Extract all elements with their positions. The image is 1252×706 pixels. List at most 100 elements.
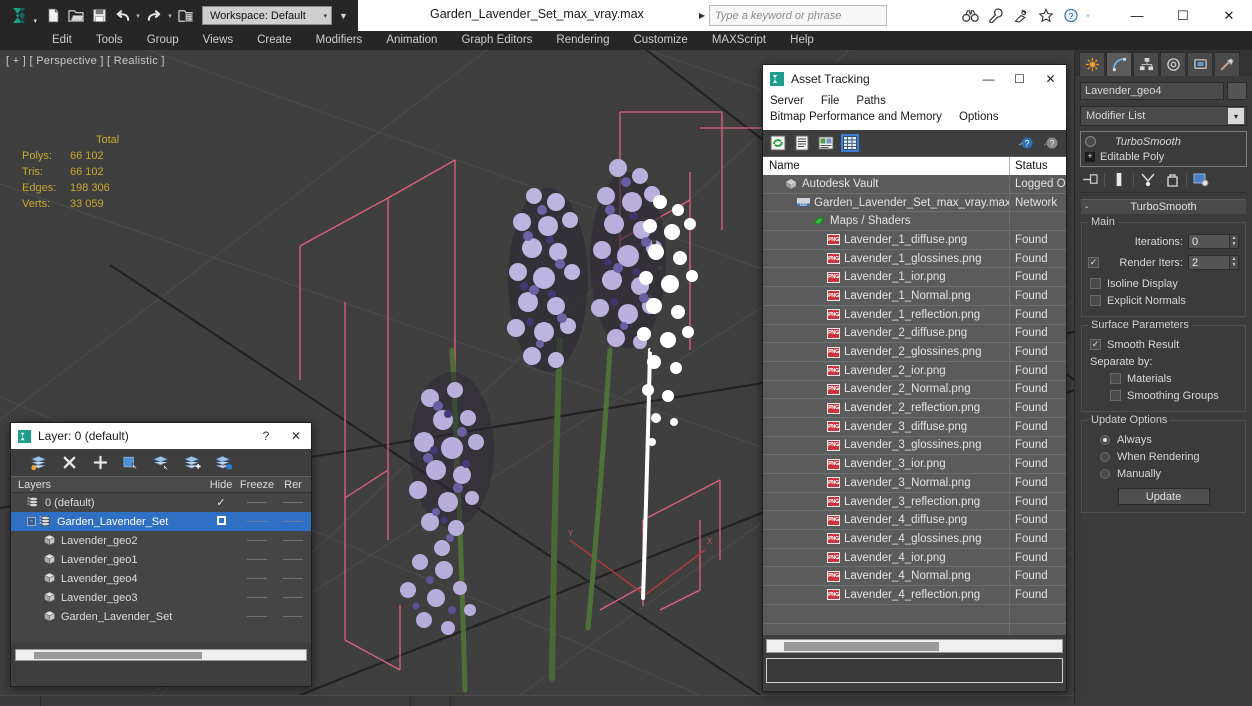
pin-stack-icon[interactable] [1080, 171, 1100, 189]
undo-button[interactable] [111, 4, 133, 27]
column-header-hide[interactable]: Hide [203, 477, 239, 492]
asset-row[interactable]: PNG Lavender_3_ior.png Found [763, 455, 1066, 474]
menu-create[interactable]: Create [245, 31, 304, 50]
object-name-field[interactable]: Lavender_geo4 [1080, 82, 1224, 100]
asset-row[interactable]: PNG Lavender_1_glossines.png Found [763, 249, 1066, 269]
plus-icon[interactable] [91, 454, 109, 472]
layer-row-hide-cell[interactable]: ✓ [203, 496, 239, 509]
menu-modifiers[interactable]: Modifiers [304, 31, 375, 50]
redo-dropdown-icon[interactable]: ▾ [166, 12, 174, 20]
close-button[interactable]: ✕ [1206, 0, 1252, 31]
search-expand-icon[interactable]: ▶ [699, 11, 705, 20]
layer-row-freeze-cell[interactable]: —— [239, 497, 275, 508]
asset-row[interactable]: PNG Lavender_4_ior.png Found [763, 548, 1066, 568]
thumbnail-icon[interactable] [817, 134, 835, 152]
asset-row[interactable]: Maps / Shaders [763, 212, 1066, 232]
asset-tracking-horizontal-scrollbar[interactable] [766, 639, 1063, 653]
modifier-list-dropdown[interactable]: Modifier List ▾ [1080, 106, 1247, 126]
column-header-layers[interactable]: Layers [11, 477, 203, 492]
asset-row[interactable]: PNG Lavender_2_Normal.png Found [763, 380, 1066, 400]
save-file-button[interactable] [88, 4, 110, 27]
menu-rendering[interactable]: Rendering [544, 31, 621, 50]
new-file-button[interactable] [42, 4, 64, 27]
column-header-render[interactable]: Rer [275, 477, 311, 492]
layer-row-render-cell[interactable]: —— [275, 592, 311, 603]
when-rendering-radio[interactable] [1100, 451, 1110, 462]
modifier-stack-item-editable-poly[interactable]: + Editable Poly [1081, 149, 1246, 164]
undo-dropdown-icon[interactable]: ▾ [134, 12, 142, 20]
refresh-green-icon[interactable] [769, 134, 787, 152]
explicit-normals-row[interactable]: Explicit Normals [1088, 292, 1239, 309]
explicit-normals-checkbox[interactable] [1090, 295, 1101, 306]
redo-button[interactable] [143, 4, 165, 27]
layer-row[interactable]: - Garden_Lavender_Set —— —— [11, 512, 311, 531]
layer-row-freeze-cell[interactable]: —— [239, 535, 275, 546]
asset-row[interactable] [763, 604, 1066, 624]
layer-row-hide-cell[interactable] [203, 515, 239, 528]
plus-box-icon[interactable]: + [1085, 151, 1095, 162]
add-selection-layer-icon[interactable] [184, 454, 202, 472]
menu-graph-editors[interactable]: Graph Editors [449, 31, 544, 50]
iterations-field[interactable]: 0 [1188, 234, 1230, 249]
hierarchy-tab[interactable] [1133, 52, 1159, 76]
asset-row[interactable]: PNG Lavender_1_ior.png Found [763, 268, 1066, 288]
asset-tracking-list[interactable]: Autodesk Vault Logged O MAX Garden_Lavender… [763, 175, 1066, 635]
highlight-layer-icon[interactable] [153, 454, 171, 472]
workspace-dropdown-icon[interactable]: ▼ [333, 11, 354, 21]
expand-collapse-icon[interactable]: - [27, 517, 36, 526]
at-menu-paths[interactable]: Paths [856, 93, 885, 109]
menu-help[interactable]: Help [778, 31, 826, 50]
always-radio[interactable] [1100, 434, 1110, 445]
help-question-icon[interactable]: ? [1059, 4, 1082, 27]
iterations-spinner[interactable]: ▲ ▼ [1230, 234, 1239, 249]
app-menu-chevron-icon[interactable]: ▾ [33, 17, 37, 25]
layer-row[interactable]: 0 (default) ✓ —— —— [11, 493, 311, 512]
layer-window-help-button[interactable]: ? [251, 423, 281, 449]
asset-row[interactable]: PNG Lavender_3_Normal.png Found [763, 474, 1066, 493]
menu-animation[interactable]: Animation [374, 31, 449, 50]
menu-maxscript[interactable]: MAXScript [700, 31, 778, 50]
collapse-icon[interactable]: - [1085, 202, 1088, 213]
trash-modifier-icon[interactable] [1162, 171, 1182, 189]
update-button[interactable]: Update [1117, 488, 1210, 505]
app-logo-icon[interactable]: ▾ [0, 0, 40, 31]
layer-row[interactable]: Lavender_geo4 —— —— [11, 569, 311, 588]
menu-tools[interactable]: Tools [84, 31, 135, 50]
materials-row[interactable]: Materials [1088, 370, 1239, 387]
layer-list[interactable]: 0 (default) ✓ —— —— - Garden_Lavender_Set —— ——… [11, 493, 311, 643]
delete-x-icon[interactable] [60, 454, 78, 472]
asset-row[interactable]: PNG Lavender_1_Normal.png Found [763, 287, 1066, 306]
asset-row[interactable]: PNG Lavender_2_diffuse.png Found [763, 324, 1066, 344]
asset-row[interactable]: PNG Lavender_2_glossines.png Found [763, 343, 1066, 362]
satellite-dish-icon[interactable] [1009, 4, 1032, 27]
help-dropdown-icon[interactable]: ▾ [1084, 12, 1092, 20]
layer-window-close-button[interactable]: ✕ [281, 423, 311, 449]
motion-tab[interactable] [1160, 52, 1186, 76]
asset-row[interactable] [763, 623, 1066, 635]
asset-row[interactable]: PNG Lavender_4_diffuse.png Found [763, 511, 1066, 531]
at-menu-server[interactable]: Server [770, 93, 804, 109]
asset-row[interactable]: PNG Lavender_3_diffuse.png Found [763, 417, 1066, 437]
menu-edit[interactable]: Edit [40, 31, 84, 50]
menu-views[interactable]: Views [191, 31, 245, 50]
create-tab[interactable] [1079, 52, 1105, 76]
utilities-tab[interactable] [1214, 52, 1240, 76]
layer-row-render-cell[interactable]: —— [275, 554, 311, 565]
grid-table-icon[interactable] [841, 134, 859, 152]
layer-row[interactable]: Garden_Lavender_Set —— —— [11, 607, 311, 626]
render-iters-spinner[interactable]: ▲ ▼ [1230, 255, 1239, 270]
layer-row-render-cell[interactable]: —— [275, 516, 311, 527]
new-layer-icon[interactable] [29, 454, 47, 472]
object-color-swatch[interactable] [1227, 82, 1247, 100]
asset-tracking-titlebar[interactable]: Asset Tracking — ☐ ✕ [763, 65, 1066, 92]
display-tab[interactable] [1187, 52, 1213, 76]
asset-tracking-minimize-button[interactable]: — [973, 65, 1004, 92]
minimize-button[interactable]: — [1114, 0, 1160, 31]
scrollbar-thumb[interactable] [34, 652, 202, 659]
smooth-result-row[interactable]: ✓ Smooth Result [1088, 336, 1239, 353]
manually-radio[interactable] [1100, 468, 1110, 479]
show-end-result-icon[interactable] [1109, 171, 1129, 189]
asset-row[interactable]: PNG Lavender_1_reflection.png Found [763, 305, 1066, 325]
layer-row-render-cell[interactable]: —— [275, 497, 311, 508]
asset-row[interactable]: PNG Lavender_3_glossines.png Found [763, 436, 1066, 456]
